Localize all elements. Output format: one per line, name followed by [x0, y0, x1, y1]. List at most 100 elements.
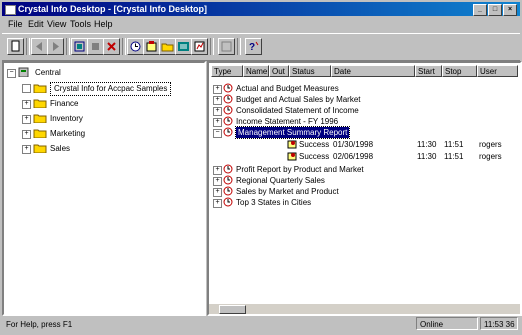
report-icon[interactable] — [175, 38, 192, 55]
status-help-text: For Help, press F1 — [6, 320, 73, 329]
status-connection: Online — [416, 317, 478, 330]
expand-toggle[interactable]: + — [213, 85, 222, 94]
tree-item[interactable]: Sales — [50, 143, 70, 155]
menu-tools[interactable]: Tools — [70, 19, 91, 29]
run-icon[interactable] — [191, 38, 208, 55]
report-icon — [223, 127, 233, 137]
column-header[interactable]: Name — [243, 65, 269, 77]
report-name: Management Summary Report — [234, 126, 351, 139]
folder-icon — [33, 114, 47, 123]
report-name: Sales by Market and Product — [236, 187, 339, 196]
instance-user: rogers — [479, 152, 502, 161]
collapse-toggle[interactable]: − — [213, 129, 222, 138]
report-list[interactable]: Type Name Out Status Date Start Stop Use… — [207, 61, 522, 316]
toolbar-separator — [66, 38, 70, 55]
report-name: Actual and Budget Measures — [236, 84, 339, 93]
schedule-icon[interactable] — [127, 38, 144, 55]
instance-stop: 11:51 — [444, 140, 464, 149]
report-name: Income Statement - FY 1996 — [236, 117, 339, 126]
folder-icon — [33, 144, 47, 153]
maximize-button[interactable]: □ — [488, 4, 502, 16]
toolbar-separator — [210, 38, 214, 55]
menu-help[interactable]: Help — [94, 19, 113, 29]
report-icon — [223, 116, 233, 126]
expand-toggle[interactable]: + — [213, 177, 222, 186]
column-header[interactable]: User — [477, 65, 518, 77]
horizontal-scrollbar[interactable] — [209, 304, 520, 314]
instance-icon — [287, 140, 297, 149]
open-folder-icon[interactable] — [159, 38, 176, 55]
instance-status: Success — [299, 152, 330, 161]
refresh-icon[interactable] — [71, 38, 88, 55]
expand-toggle[interactable]: + — [22, 130, 31, 139]
column-header[interactable]: Out — [269, 65, 289, 77]
tree-item[interactable]: Finance — [50, 98, 78, 110]
back-icon[interactable] — [31, 38, 48, 55]
tile-icon[interactable] — [218, 38, 235, 55]
tree-item[interactable]: Crystal Info for Accpac Samples — [50, 82, 172, 96]
instance-status: Success — [299, 140, 330, 149]
column-header[interactable]: Date — [331, 65, 415, 77]
properties-icon[interactable] — [143, 38, 160, 55]
report-name: Regional Quarterly Sales — [236, 176, 325, 185]
report-icon — [223, 105, 233, 115]
report-name: Profit Report by Product and Market — [236, 165, 364, 174]
expand-toggle[interactable]: + — [22, 115, 31, 124]
toolbar-separator — [122, 38, 126, 55]
minimize-button[interactable]: _ — [473, 4, 487, 16]
window-controls: _ □ × — [473, 4, 517, 16]
menu-view[interactable]: View — [47, 19, 66, 29]
expand-toggle[interactable]: + — [213, 118, 222, 127]
svg-text:?: ? — [249, 42, 255, 53]
expand-toggle[interactable]: + — [22, 145, 31, 154]
instance-start: 11:30 — [417, 152, 437, 161]
title-bar[interactable]: Crystal Info Desktop - [Crystal Info Des… — [2, 2, 520, 16]
report-icon — [223, 83, 233, 93]
report-icon — [223, 197, 233, 207]
stop-icon[interactable] — [87, 38, 104, 55]
tree-item[interactable]: Inventory — [50, 113, 83, 125]
column-header[interactable]: Start — [415, 65, 442, 77]
instance-user: rogers — [479, 140, 502, 149]
expand-toggle[interactable]: + — [213, 166, 222, 175]
report-name: Top 3 States in Cities — [236, 198, 312, 207]
instance-icon — [287, 152, 297, 161]
close-button[interactable]: × — [503, 4, 517, 16]
column-header[interactable]: Stop — [442, 65, 477, 77]
scroll-thumb[interactable] — [219, 305, 246, 314]
report-icon — [223, 164, 233, 174]
help-icon[interactable]: ? — [245, 38, 262, 55]
instance-date: 01/30/1998 — [333, 140, 374, 149]
report-name: Budget and Actual Sales by Market — [236, 95, 361, 104]
report-icon — [223, 186, 233, 196]
menu-file[interactable]: File — [8, 19, 23, 29]
report-icon — [223, 94, 233, 104]
toolbar: ? — [2, 33, 520, 61]
report-icon — [223, 175, 233, 185]
expand-toggle[interactable]: + — [213, 96, 222, 105]
expand-toggle[interactable]: + — [213, 199, 222, 208]
expand-toggle[interactable]: + — [213, 107, 222, 116]
expand-toggle[interactable] — [22, 84, 31, 93]
expand-toggle[interactable]: + — [22, 100, 31, 109]
menu-edit[interactable]: Edit — [28, 19, 44, 29]
delete-icon[interactable] — [103, 38, 120, 55]
app-icon[interactable] — [5, 5, 16, 15]
folder-icon — [33, 129, 47, 138]
new-icon[interactable] — [7, 38, 24, 55]
column-header[interactable]: Status — [289, 65, 331, 77]
toolbar-separator — [26, 38, 30, 55]
expand-toggle[interactable]: + — [213, 188, 222, 197]
column-header[interactable]: Type — [211, 65, 243, 77]
instance-row[interactable]: Success 01/30/1998 11:30 11:51 rogers — [209, 139, 520, 150]
window-title: Crystal Info Desktop - [Crystal Info Des… — [18, 4, 208, 14]
tree-item[interactable]: Marketing — [50, 128, 85, 140]
instance-row[interactable]: Success 02/06/1998 11:30 11:51 rogers — [209, 151, 520, 162]
folder-tree[interactable]: − Central Crystal Info for Accpac Sample… — [2, 61, 206, 316]
forward-icon[interactable] — [47, 38, 64, 55]
tree-root-central[interactable]: Central — [35, 67, 61, 79]
collapse-toggle[interactable]: − — [7, 69, 16, 78]
crystal-info-window: Crystal Info Desktop - [Crystal Info Des… — [0, 0, 522, 335]
instance-date: 02/06/1998 — [333, 152, 374, 161]
status-bar: For Help, press F1 Online 11:53 36 — [2, 316, 520, 332]
